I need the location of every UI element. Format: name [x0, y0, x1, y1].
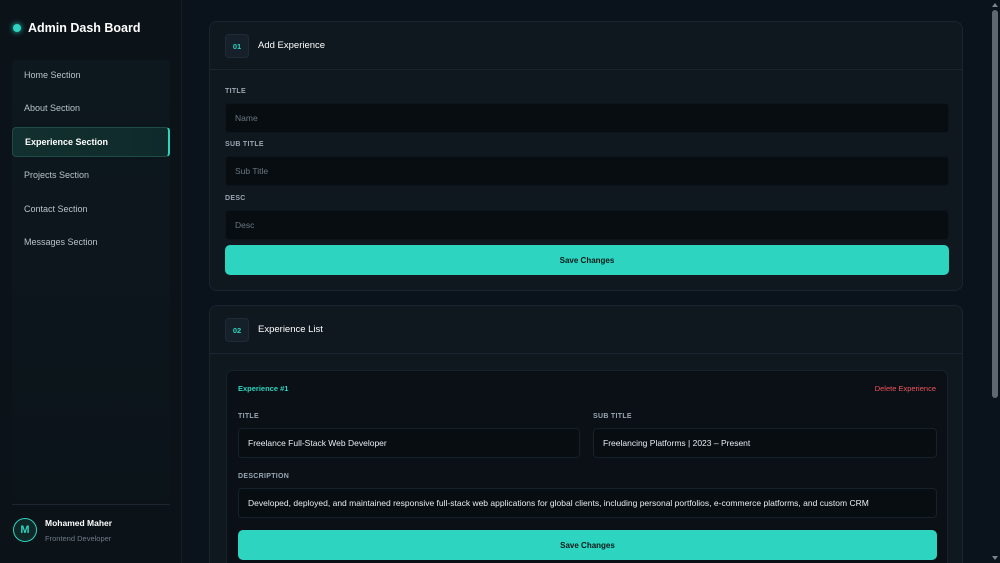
experience-name: Experience #1	[238, 384, 289, 393]
experience-subtitle-input[interactable]	[593, 428, 937, 458]
sidebar-item-label: Experience Section	[25, 137, 109, 147]
card-header: 01 Add Experience	[210, 22, 962, 70]
sidebar-item-label: Messages Section	[24, 237, 98, 247]
step-badge: 01	[225, 34, 249, 58]
card-header: 02 Experience List	[210, 306, 962, 354]
description-label: DESCRIPTION	[238, 473, 290, 480]
sidebar-item-projects[interactable]: Projects Section	[12, 160, 170, 190]
scroll-down-icon[interactable]	[992, 556, 998, 560]
save-experience-button[interactable]: Save Changes	[238, 530, 937, 560]
delete-experience-button[interactable]: Delete Experience	[875, 384, 936, 393]
title-label: TITLE	[225, 88, 246, 95]
title-label: TITLE	[238, 413, 259, 420]
sidebar-item-messages[interactable]: Messages Section	[12, 227, 170, 257]
brand-title: Admin Dash Board	[28, 21, 141, 35]
desc-label: DESC	[225, 195, 246, 202]
card-title: Experience List	[258, 324, 323, 335]
step-badge: 02	[225, 318, 249, 342]
subtitle-label: SUB TITLE	[225, 141, 264, 148]
brand: Admin Dash Board	[13, 20, 141, 36]
sidebar-item-label: Projects Section	[24, 170, 90, 180]
sidebar: Admin Dash Board Home Section About Sect…	[0, 0, 182, 563]
subtitle-input[interactable]	[225, 156, 949, 186]
status-dot-icon	[13, 24, 21, 32]
scroll-up-icon[interactable]	[992, 3, 998, 7]
scrollbar-thumb[interactable]	[992, 10, 998, 398]
sidebar-item-experience[interactable]: Experience Section	[12, 127, 170, 157]
experience-description-input[interactable]	[238, 488, 937, 518]
card-title: Add Experience	[258, 40, 326, 51]
sidebar-item-label: Home Section	[24, 70, 81, 80]
user-name: Mohamed Maher	[45, 518, 113, 528]
sidebar-item-home[interactable]: Home Section	[12, 60, 170, 90]
experience-item: Experience #1 Delete Experience TITLE SU…	[226, 370, 948, 563]
sidebar-item-label: Contact Section	[24, 204, 88, 214]
sidebar-item-contact[interactable]: Contact Section	[12, 194, 170, 224]
sidebar-nav: Home Section About Section Experience Se…	[12, 60, 170, 500]
sidebar-divider	[12, 504, 170, 505]
page-scrollbar[interactable]	[990, 0, 1000, 563]
avatar[interactable]: M	[13, 518, 37, 542]
desc-input[interactable]	[225, 210, 949, 240]
experience-title-input[interactable]	[238, 428, 580, 458]
experience-list-card: 02 Experience List Experience #1 Delete …	[209, 305, 963, 563]
sidebar-item-label: About Section	[24, 103, 81, 113]
subtitle-label: SUB TITLE	[593, 413, 632, 420]
add-experience-card: 01 Add Experience TITLE SUB TITLE DESC S…	[209, 21, 963, 291]
title-input[interactable]	[225, 103, 949, 133]
save-button[interactable]: Save Changes	[225, 245, 949, 275]
user-role: Frontend Developer	[45, 534, 112, 543]
sidebar-item-about[interactable]: About Section	[12, 93, 170, 123]
